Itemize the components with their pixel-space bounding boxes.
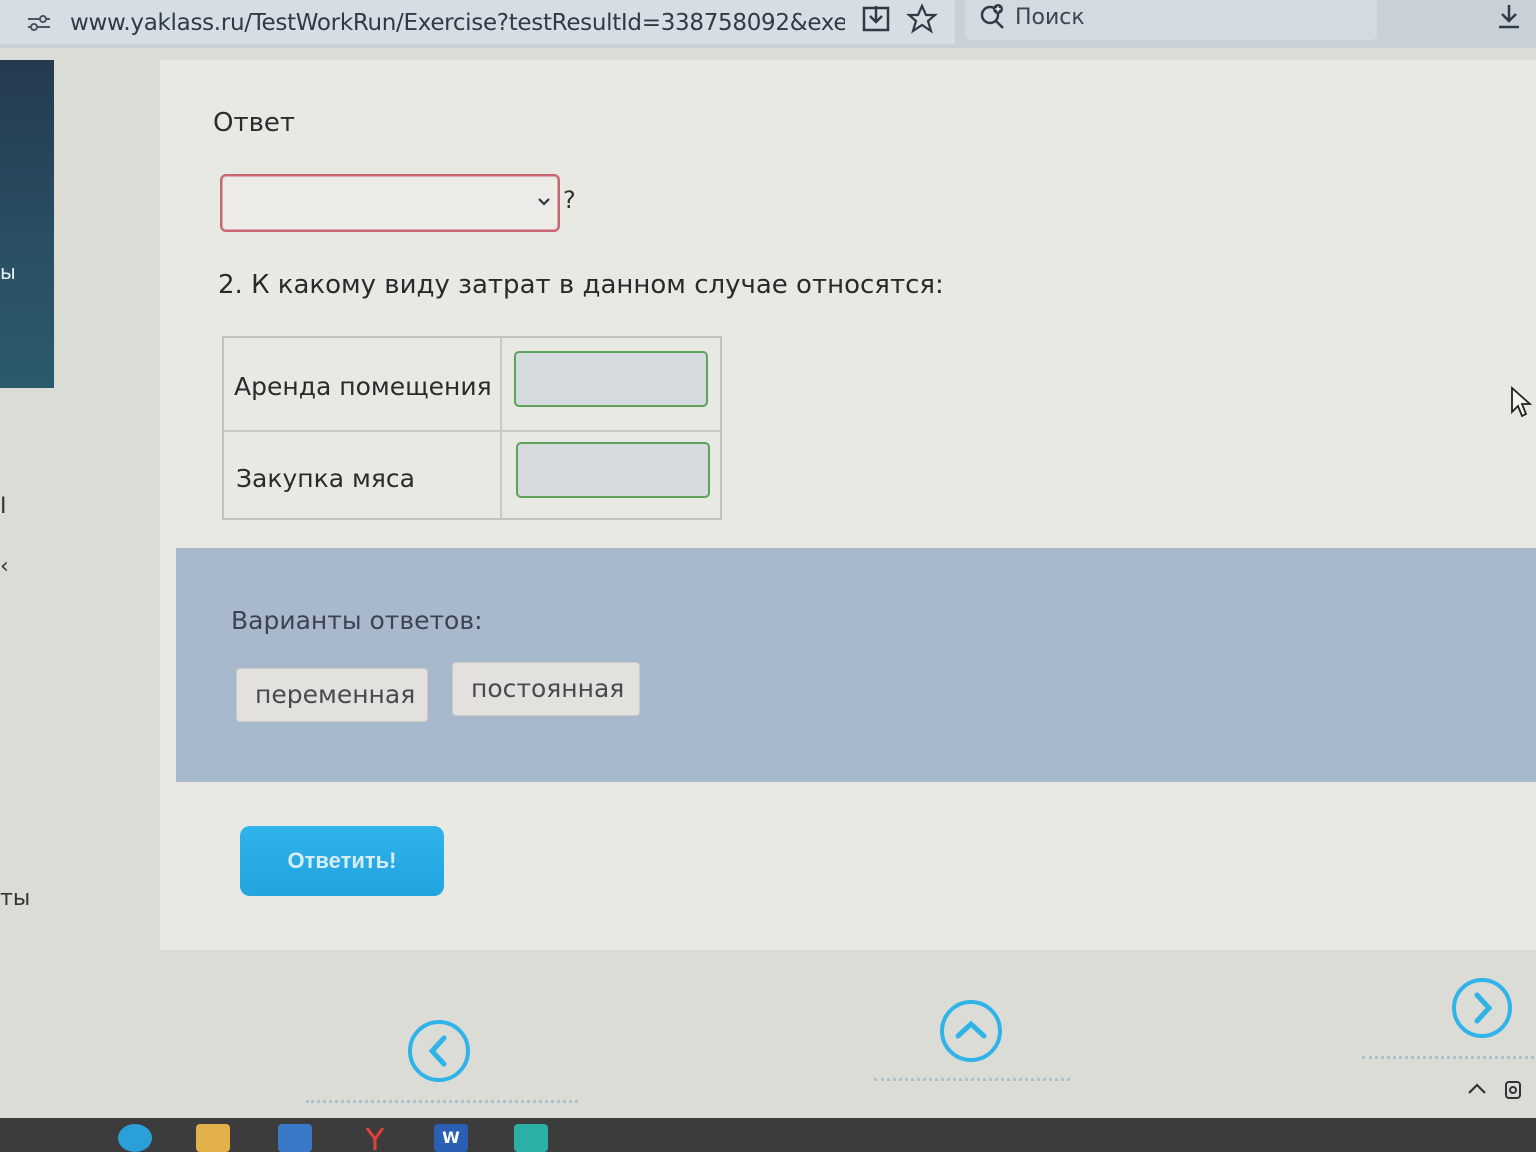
taskbar-word-icon[interactable]: W <box>434 1124 468 1152</box>
answer-options-panel <box>176 548 1536 782</box>
submit-button[interactable]: Ответить! <box>240 826 444 896</box>
taskbar-app-icon[interactable] <box>118 1124 152 1152</box>
option-chip-variable[interactable]: переменная <box>236 668 428 722</box>
answer-title: Ответ <box>213 108 296 138</box>
caret-up-icon[interactable] <box>1466 1080 1488 1096</box>
browser-toolbar: www.yaklass.ru/TestWorkRun/Exercise?test… <box>0 0 1536 48</box>
star-icon[interactable] <box>906 3 938 35</box>
arrow-right-icon[interactable] <box>1450 976 1514 1040</box>
chevron-down-icon[interactable] <box>536 194 552 210</box>
matching-table: Аренда помещения Закупка мяса <box>222 336 722 520</box>
tray-icon[interactable] <box>1502 1076 1524 1102</box>
sidebar-fragment: ы <box>0 60 54 388</box>
drop-slot-rent[interactable] <box>514 351 708 407</box>
column-divider <box>500 338 502 518</box>
taskbar <box>0 1118 1536 1152</box>
sidebar-text-fragment: ‹ <box>0 554 9 579</box>
row-label-rent: Аренда помещения <box>234 372 492 401</box>
taskbar-app-icon[interactable] <box>514 1124 548 1152</box>
option-chip-fixed[interactable]: постоянная <box>452 662 640 716</box>
question-mark: ? <box>563 186 576 214</box>
sidebar-text-fragment: I <box>0 494 7 519</box>
row-divider <box>224 430 720 432</box>
sidebar-text-fragment: ы <box>0 260 16 284</box>
taskbar-app-icon[interactable] <box>278 1124 312 1152</box>
url-text[interactable]: www.yaklass.ru/TestWorkRun/Exercise?test… <box>70 10 845 36</box>
taskbar-folder-icon[interactable] <box>196 1124 230 1152</box>
search-icon <box>980 4 1004 29</box>
cursor-icon <box>1511 386 1532 418</box>
nav-caption-next <box>1362 1056 1534 1060</box>
nav-caption-previous <box>306 1100 578 1104</box>
answer-select[interactable] <box>220 174 560 232</box>
row-label-meat: Закупка мяса <box>236 464 415 493</box>
nav-caption-up <box>874 1078 1070 1082</box>
arrow-up-icon[interactable] <box>938 998 1004 1064</box>
downloads-icon[interactable] <box>1494 2 1524 32</box>
sidebar-text-fragment: ты <box>0 886 31 911</box>
taskbar-yandex-icon[interactable] <box>358 1124 392 1152</box>
options-title: Варианты ответов: <box>231 606 483 635</box>
arrow-left-icon[interactable] <box>406 1018 472 1084</box>
download-page-icon[interactable] <box>860 4 892 34</box>
tune-icon[interactable] <box>26 14 52 32</box>
question-text: 2. К какому виду затрат в данном случае … <box>218 270 944 300</box>
drop-slot-meat[interactable] <box>516 442 710 498</box>
search-label: Поиск <box>1015 5 1085 30</box>
